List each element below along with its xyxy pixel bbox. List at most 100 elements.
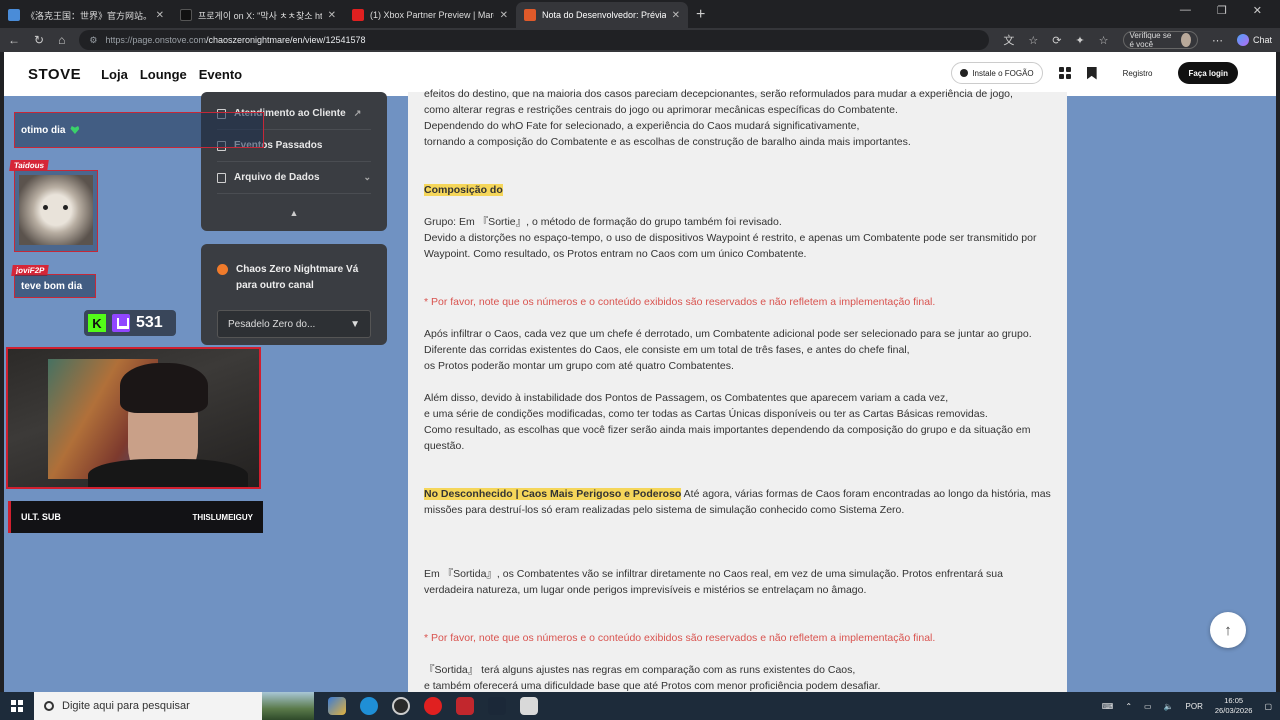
game-app-icon[interactable]	[520, 697, 538, 715]
minimize-icon[interactable]: —	[1180, 4, 1191, 17]
tray-chevron-icon[interactable]: ⌃	[1125, 702, 1132, 711]
site-info-icon[interactable]: ⚙	[89, 35, 97, 46]
close-tab-icon[interactable]: ✕	[672, 10, 680, 21]
streamer-shirt	[88, 459, 248, 487]
favorites-icon[interactable]: ☆	[1099, 34, 1109, 47]
kick-icon: K	[88, 314, 106, 332]
nav-link-loja[interactable]: Loja	[101, 67, 128, 82]
reload-icon[interactable]: ↻	[34, 33, 44, 47]
more-menu-icon[interactable]: ⋯	[1212, 34, 1223, 47]
tab-favicon-icon	[8, 9, 20, 21]
paragraph: Após infiltrar o Caos, cada vez que um c…	[424, 328, 1032, 340]
install-launcher-button[interactable]: Instale o FOGÃO	[951, 62, 1043, 84]
system-tray: ⌨ ⌃ ▭ 🔈 POR 16:05 26/03/2026 ▢	[1102, 692, 1272, 720]
nav-link-evento[interactable]: Evento	[199, 67, 242, 82]
scroll-to-top-button[interactable]: ↑	[1210, 612, 1246, 648]
apps-grid-icon[interactable]	[1058, 67, 1071, 79]
tab-label: Nota do Desenvolvedor: Prévia	[542, 10, 666, 20]
language-indicator[interactable]: POR	[1186, 702, 1203, 711]
collapse-up-icon[interactable]: ▲	[217, 208, 371, 218]
paragraph: Diferente das corridas existentes do Cao…	[424, 344, 910, 356]
home-icon[interactable]: ⌂	[58, 33, 65, 47]
voice-app-icon[interactable]	[456, 697, 474, 715]
sidebar-item-data-archive[interactable]: Arquivo de Dados ⌄	[217, 162, 371, 194]
bookmark-icon[interactable]	[1086, 66, 1097, 80]
clock[interactable]: 16:05 26/03/2026	[1215, 696, 1253, 716]
dropdown-arrow-icon: ▼	[350, 318, 360, 330]
close-tab-icon[interactable]: ✕	[500, 10, 508, 21]
window-controls: — ❐ ✕	[1180, 4, 1280, 17]
back-icon[interactable]: ←	[8, 33, 20, 47]
nav-link-lounge[interactable]: Lounge	[140, 67, 187, 82]
viewer-count: 531	[136, 314, 163, 331]
download-icon	[960, 69, 969, 77]
network-icon[interactable]: ▭	[1144, 702, 1152, 711]
copilot-icon	[1236, 34, 1249, 46]
paragraph: e uma série de condições modificadas, co…	[424, 408, 988, 420]
address-actions: 文 ☆ ⟳ ✦ ☆ Verifique se é você ⋯ Chat	[1003, 31, 1272, 49]
youtube-app-icon[interactable]	[424, 697, 442, 715]
search-icon	[44, 701, 54, 711]
tab-label: (1) Xbox Partner Preview | March 2	[370, 10, 494, 20]
close-tab-icon[interactable]: ✕	[328, 10, 336, 21]
star-icon[interactable]: ☆	[1028, 34, 1038, 47]
maximize-icon[interactable]: ❐	[1217, 4, 1227, 17]
url-text: https://page.onstove.com/chaoszeronightm…	[105, 35, 366, 45]
channel-switcher: Chaos Zero Nightmare Vá para outro canal…	[201, 244, 387, 345]
volume-icon[interactable]: 🔈	[1164, 702, 1174, 711]
browser-tab-3[interactable]: (1) Xbox Partner Preview | March 2 ✕	[344, 2, 516, 28]
close-tab-icon[interactable]: ✕	[156, 10, 164, 21]
notifications-icon[interactable]: ▢	[1264, 702, 1272, 711]
steam-app-icon[interactable]	[488, 697, 506, 715]
browser-tab-bar: 《洛克王国：世界》官方网站。親臣 ✕ 프로게이 on X: "막사 ㅊㅊ찾소 ht…	[0, 0, 1280, 28]
url-field[interactable]: ⚙ https://page.onstove.com/chaoszeronigh…	[79, 30, 990, 50]
avatar	[1181, 33, 1191, 47]
address-bar: ← ↻ ⌂ ⚙ https://page.onstove.com/chaosze…	[0, 28, 1280, 52]
windows-logo-icon	[11, 700, 23, 712]
taskbar-apps	[314, 697, 538, 715]
channel-select[interactable]: Pesadelo Zero do... ▼	[217, 310, 371, 338]
paragraph: 『Sortida』 terá alguns ajustes nas regras…	[424, 664, 856, 676]
extensions-icon[interactable]: ✦	[1075, 34, 1084, 47]
external-link-icon: ↗	[353, 108, 362, 118]
keyboard-icon[interactable]: ⌨	[1102, 702, 1114, 711]
paragraph: efeitos do destino, que na maioria dos c…	[424, 88, 1013, 100]
disclaimer-note: * Por favor, note que os números e o con…	[424, 632, 936, 644]
paragraph: Além disso, devido à instabilidade dos P…	[424, 392, 949, 404]
refresh-extension-icon[interactable]: ⟳	[1052, 34, 1061, 47]
heart-icon	[70, 126, 80, 134]
translate-icon[interactable]: 文	[1003, 32, 1014, 48]
section-heading: No Desconhecido | Caos Mais Perigoso e P…	[424, 488, 682, 500]
stream-chat-message: teve bom dia	[14, 274, 96, 298]
copilot-chat-button[interactable]: Chat	[1236, 34, 1272, 46]
copilot-app-icon[interactable]	[328, 697, 346, 715]
browser-tab-4[interactable]: Nota do Desenvolvedor: Prévia ✕	[516, 2, 688, 28]
game-icon	[217, 264, 228, 275]
start-button[interactable]	[0, 700, 34, 712]
viewer-counter: K 531	[84, 310, 176, 336]
taskbar-search[interactable]: Digite aqui para pesquisar	[34, 692, 262, 720]
obs-app-icon[interactable]	[392, 697, 410, 715]
windows-taskbar: Digite aqui para pesquisar ⌨ ⌃ ▭ 🔈 POR 1…	[0, 692, 1280, 720]
hamster-image	[19, 175, 93, 245]
close-window-icon[interactable]: ✕	[1253, 4, 1262, 17]
stove-logo[interactable]: STOVE	[28, 66, 81, 83]
browser-tab-2[interactable]: 프로게이 on X: "막사 ㅊㅊ찾소 htt ✕	[172, 2, 344, 28]
header-actions: Instale o FOGÃO Registro Faça login	[951, 62, 1238, 84]
edge-app-icon[interactable]	[360, 697, 378, 715]
tab-favicon-icon	[524, 9, 536, 21]
paragraph: Dependendo do whO Fate for selecionado, …	[424, 120, 860, 132]
register-link[interactable]: Registro	[1113, 69, 1163, 78]
tab-favicon-icon	[180, 9, 192, 21]
paragraph: Como resultado, as escolhas que você fiz…	[424, 424, 1031, 452]
ult-sub-label: ULT. SUB	[21, 512, 61, 522]
chevron-down-icon: ⌄	[363, 172, 371, 182]
browser-tab-1[interactable]: 《洛克王国：世界》官方网站。親臣 ✕	[0, 2, 172, 28]
paragraph: tornando a composição do Combatente e as…	[424, 136, 911, 148]
login-button[interactable]: Faça login	[1178, 62, 1238, 84]
new-tab-button[interactable]: +	[688, 6, 713, 28]
paragraph: e também oferecerá uma dificuldade base …	[424, 680, 881, 692]
tab-label: 《洛克王国：世界》官方网站。親臣	[26, 10, 150, 21]
profile-verify-button[interactable]: Verifique se é você	[1122, 31, 1198, 49]
paragraph: Em 『Sortida』, os Combatentes vão se infi…	[424, 568, 1003, 596]
